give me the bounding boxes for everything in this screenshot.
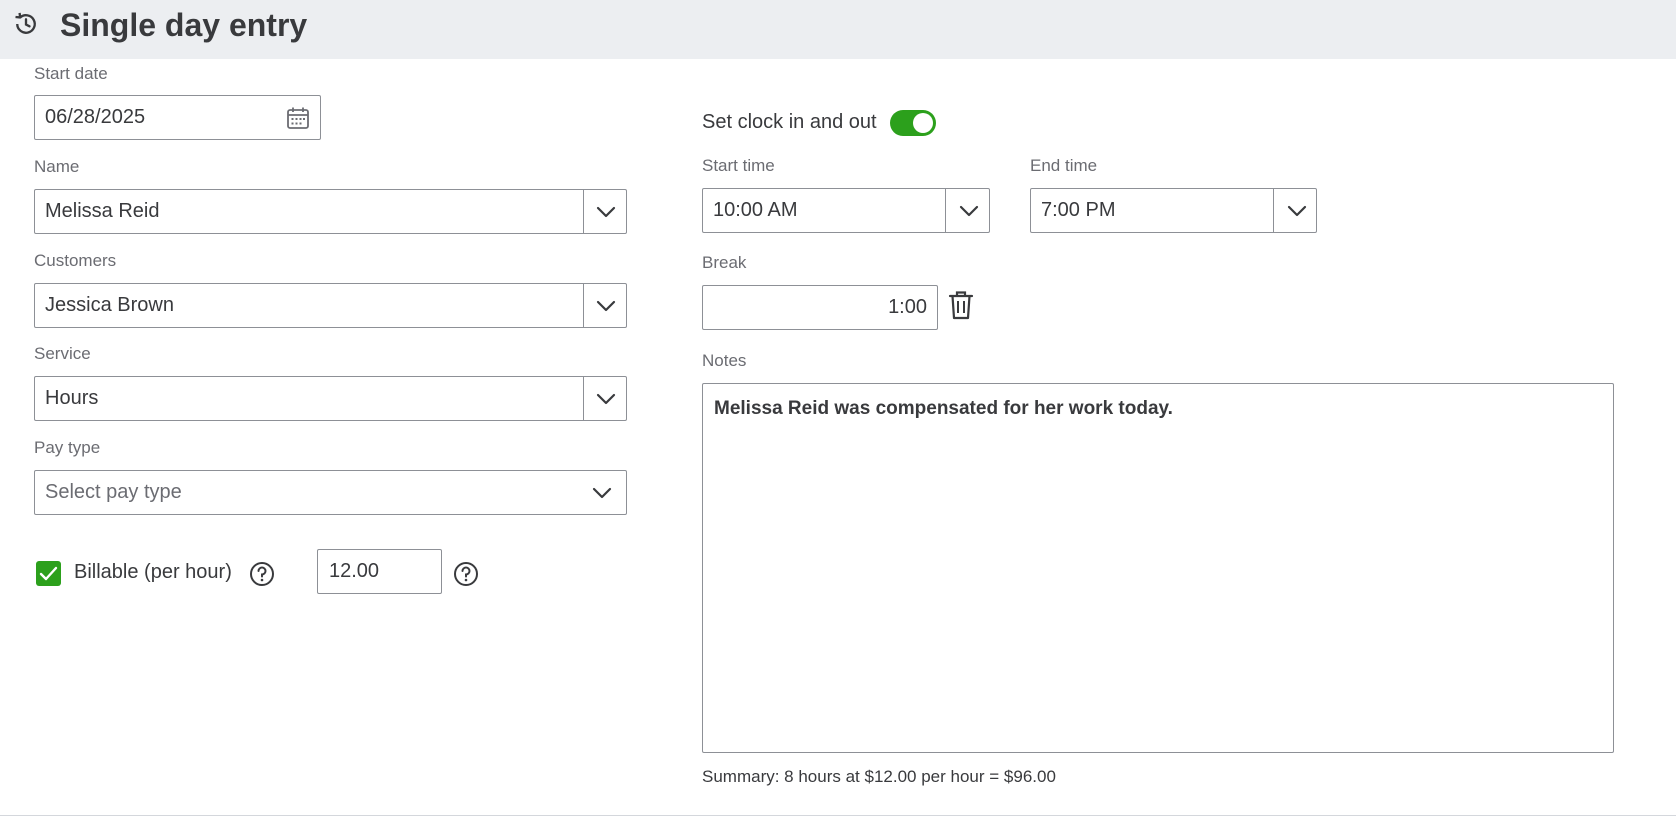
name-label: Name <box>34 157 80 176</box>
start-time-select[interactable]: 10:00 AM <box>702 188 990 233</box>
history-icon[interactable] <box>12 10 40 38</box>
end-time-select[interactable]: 7:00 PM <box>1030 188 1317 233</box>
trash-icon[interactable] <box>947 290 975 320</box>
break-value: 1:00 <box>888 296 927 318</box>
customers-value: Jessica Brown <box>45 294 174 316</box>
name-select[interactable]: Melissa Reid <box>34 189 627 234</box>
start-date-field[interactable]: 06/28/2025 <box>34 95 321 140</box>
customers-select[interactable]: Jessica Brown <box>34 283 627 328</box>
clock-toggle-label: Set clock in and out <box>702 111 877 133</box>
start-date-label: Start date <box>34 64 108 83</box>
chevron-down-icon[interactable] <box>596 206 616 218</box>
page-header: Single day entry <box>0 0 1676 59</box>
bottom-divider <box>0 815 1676 816</box>
summary-text: Summary: 8 hours at $12.00 per hour = $9… <box>702 767 1056 786</box>
page-title: Single day entry <box>60 7 308 43</box>
start-date-value: 06/28/2025 <box>45 106 146 128</box>
service-label: Service <box>34 344 91 363</box>
name-divider <box>583 190 584 233</box>
break-label: Break <box>702 253 747 272</box>
billable-rate-value: 12.00 <box>329 560 380 582</box>
chevron-down-icon[interactable] <box>592 487 612 499</box>
calendar-icon[interactable] <box>286 106 310 130</box>
notes-textarea[interactable]: Melissa Reid was compensated for her wor… <box>702 383 1614 753</box>
pay-type-select[interactable]: Select pay type <box>34 470 627 515</box>
billable-checkbox[interactable] <box>36 561 61 586</box>
start-time-divider <box>945 189 946 232</box>
clock-toggle[interactable] <box>890 110 936 136</box>
chevron-down-icon[interactable] <box>959 205 979 217</box>
chevron-down-icon[interactable] <box>596 300 616 312</box>
end-time-value: 7:00 PM <box>1041 199 1116 221</box>
service-value: Hours <box>45 387 99 409</box>
pay-type-placeholder: Select pay type <box>45 481 182 503</box>
customers-divider <box>583 284 584 327</box>
checkmark-icon <box>39 566 58 581</box>
chevron-down-icon[interactable] <box>596 393 616 405</box>
break-input[interactable]: 1:00 <box>702 285 938 330</box>
billable-rate-input[interactable]: 12.00 <box>317 549 442 594</box>
service-select[interactable]: Hours <box>34 376 627 421</box>
pay-type-label: Pay type <box>34 438 101 457</box>
start-time-label: Start time <box>702 156 775 175</box>
help-icon[interactable] <box>453 561 479 587</box>
end-time-divider <box>1273 189 1274 232</box>
name-value: Melissa Reid <box>45 200 160 222</box>
service-divider <box>583 377 584 420</box>
help-icon[interactable] <box>249 561 275 587</box>
end-time-label: End time <box>1030 156 1098 175</box>
customers-label: Customers <box>34 251 117 270</box>
toggle-knob <box>913 113 933 133</box>
notes-label: Notes <box>702 351 747 370</box>
chevron-down-icon[interactable] <box>1287 205 1307 217</box>
billable-label: Billable (per hour) <box>74 561 232 583</box>
start-time-value: 10:00 AM <box>713 199 798 221</box>
